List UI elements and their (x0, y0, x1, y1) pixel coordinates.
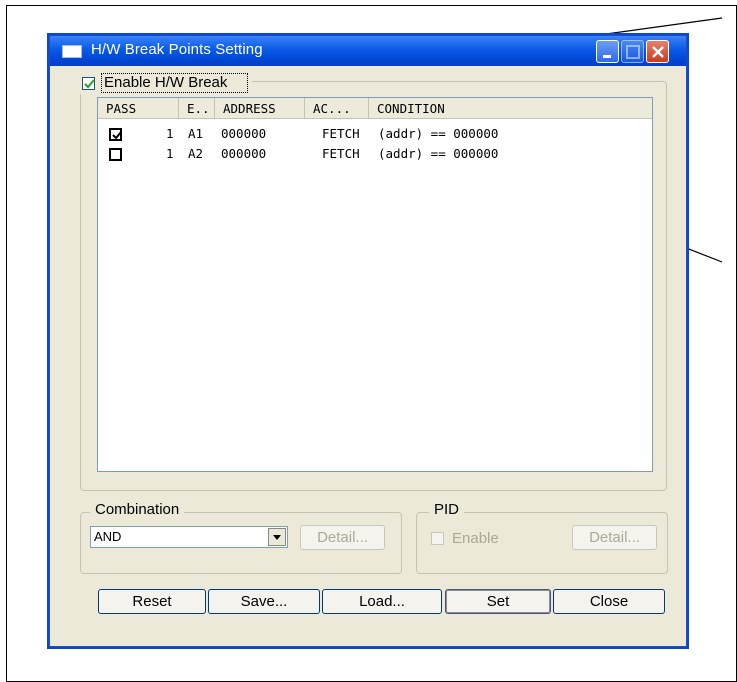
close-window-button[interactable] (646, 40, 669, 63)
pid-enable-checkbox[interactable] (431, 532, 444, 545)
window-content: H/W Break Points Setting Enable H/W Brea… (50, 36, 686, 646)
pid-enable-label: Enable (452, 530, 499, 547)
window-app-icon (62, 45, 82, 58)
close-button[interactable]: Close (553, 589, 665, 614)
list-item[interactable]: 1 A1 000000 FETCH (addr) == 000000 (98, 124, 652, 144)
breakpoint-list[interactable]: PASS E.. ADDRESS AC... CONDITION 1 A1 00… (97, 97, 653, 472)
row-pass-count: 1 (166, 126, 174, 141)
window-title: H/W Break Points Setting (91, 41, 263, 58)
row-access: FETCH (322, 126, 360, 141)
row-access: FETCH (322, 146, 360, 161)
enable-hw-break-label: Enable H/W Break (101, 73, 249, 93)
checkmark-icon (112, 131, 122, 140)
maximize-button[interactable] (621, 40, 644, 63)
row-event: A2 (188, 146, 204, 161)
pid-detail-button[interactable]: Detail... (572, 525, 657, 550)
row-address: 000000 (221, 126, 267, 141)
close-icon (652, 46, 664, 58)
list-item[interactable]: 1 A2 000000 FETCH (addr) == 000000 (98, 144, 652, 164)
pid-label: PID (429, 501, 465, 518)
enable-hw-break-row[interactable]: Enable H/W Break (80, 72, 253, 94)
column-header-condition[interactable]: CONDITION (369, 98, 654, 119)
row-condition: (addr) == 000000 (378, 126, 499, 141)
dropdown-button[interactable] (268, 528, 286, 546)
combination-detail-button[interactable]: Detail... (300, 525, 385, 550)
enable-hw-break-checkbox[interactable] (82, 76, 95, 90)
row-pass-checkbox[interactable] (109, 148, 122, 161)
save-button[interactable]: Save... (208, 589, 320, 614)
combination-value: AND (94, 529, 122, 544)
chevron-down-icon (273, 535, 281, 540)
combination-select[interactable]: AND (90, 526, 288, 548)
list-header: PASS E.. ADDRESS AC... CONDITION (98, 98, 652, 119)
pid-enable-row[interactable]: Enable (431, 530, 499, 547)
row-event: A1 (188, 126, 204, 141)
minimize-button[interactable] (596, 40, 619, 63)
title-bar[interactable]: H/W Break Points Setting (50, 36, 686, 66)
column-header-address[interactable]: ADDRESS (215, 98, 305, 119)
column-header-e[interactable]: E.. (179, 98, 215, 119)
row-condition: (addr) == 000000 (378, 146, 499, 161)
row-address: 000000 (221, 146, 267, 161)
load-button[interactable]: Load... (322, 589, 442, 614)
checkmark-icon (84, 78, 95, 88)
row-pass-count: 1 (166, 146, 174, 161)
combination-label: Combination (90, 501, 185, 518)
row-pass-checkbox[interactable] (109, 128, 122, 141)
column-header-pass[interactable]: PASS (98, 98, 179, 119)
set-button[interactable]: Set (445, 589, 551, 614)
column-header-ac[interactable]: AC... (305, 98, 369, 119)
reset-button[interactable]: Reset (98, 589, 206, 614)
